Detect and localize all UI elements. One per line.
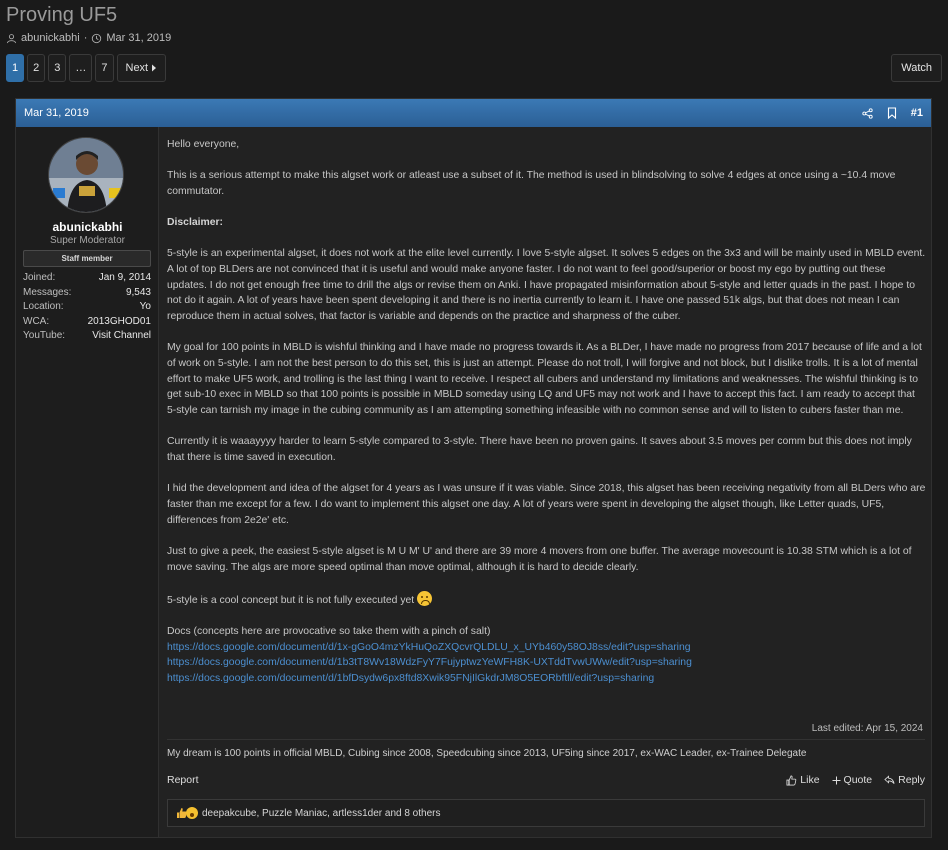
next-page-button[interactable]: Next xyxy=(116,54,167,82)
thumbs-up-icon xyxy=(786,775,797,785)
like-label: Like xyxy=(800,774,820,786)
staff-badge: Staff member xyxy=(23,250,151,267)
reply-icon xyxy=(884,775,895,784)
doc-link[interactable]: https://docs.google.com/document/d/1b3tT… xyxy=(167,655,927,671)
stat-label: Messages: xyxy=(23,286,72,298)
stat-value-link[interactable]: 9,543 xyxy=(126,287,151,302)
clock-icon xyxy=(92,33,102,43)
report-button[interactable]: Report xyxy=(167,774,199,786)
reaction-icons xyxy=(176,807,198,819)
post-paragraph: Docs (concepts here are provocative so t… xyxy=(167,625,491,637)
sad-face-icon xyxy=(417,590,433,606)
signature: My dream is 100 points in official MBLD,… xyxy=(167,739,925,765)
user-cell: abunickabhi Super Moderator Staff member… xyxy=(16,127,159,837)
reply-label: Reply xyxy=(898,774,925,786)
post-tools: #1 xyxy=(862,107,923,119)
plus-icon xyxy=(832,776,841,784)
page-1-button[interactable]: 1 xyxy=(6,54,25,82)
avatar[interactable] xyxy=(48,137,124,213)
like-button[interactable]: Like xyxy=(786,774,820,786)
reply-button[interactable]: Reply xyxy=(884,774,925,786)
stat-value: Jan 9, 2014 xyxy=(98,272,151,283)
stat-location: Location: Yo xyxy=(23,301,151,316)
post: Mar 31, 2019 #1 abunickabhi Super Modera… xyxy=(15,98,932,838)
stat-value-link[interactable]: Visit Channel xyxy=(92,330,151,345)
post-paragraph: Currently it is waaayyyy harder to learn… xyxy=(167,436,912,464)
post-text: 5-style is a cool concept but it is not … xyxy=(167,594,415,606)
stat-messages: Messages: 9,543 xyxy=(23,287,151,302)
thread-date-link[interactable]: Mar 31, 2019 xyxy=(106,32,171,44)
post-actions: Report Like Quote Reply xyxy=(167,771,925,789)
wow-reaction-icon xyxy=(186,807,198,819)
quote-label: Quote xyxy=(843,774,873,786)
meta-separator: · xyxy=(83,32,88,44)
post-paragraph: Just to give a peek, the easiest 5-style… xyxy=(167,545,912,573)
stat-label: YouTube: xyxy=(23,330,66,341)
watch-button[interactable]: Watch xyxy=(891,54,942,82)
username-link[interactable]: abunickabhi xyxy=(16,220,159,234)
page-3-button[interactable]: 3 xyxy=(48,54,67,82)
post-paragraph: Disclaimer: xyxy=(167,215,927,231)
doc-link[interactable]: https://docs.google.com/document/d/1x-gG… xyxy=(167,640,927,656)
quote-button[interactable]: Quote xyxy=(832,774,873,786)
post-paragraph: Hello everyone, xyxy=(167,139,240,150)
post-paragraph: 5-style is an experimental algset, it do… xyxy=(167,248,926,323)
thread-meta: abunickabhi · Mar 31, 2019 xyxy=(6,32,171,44)
post-date-link[interactable]: Mar 31, 2019 xyxy=(24,107,89,119)
reactions-list[interactable]: deepakcube, Puzzle Maniac, artless1der a… xyxy=(202,808,440,819)
stat-label: Location: xyxy=(23,301,64,312)
reactions-bar[interactable]: deepakcube, Puzzle Maniac, artless1der a… xyxy=(167,799,925,827)
stat-label: WCA: xyxy=(23,315,50,327)
stat-value-link[interactable]: 2013GHOD01 xyxy=(88,316,151,331)
disclaimer-heading: Disclaimer: xyxy=(167,217,224,229)
page-7-button[interactable]: 7 xyxy=(95,54,114,82)
share-icon[interactable] xyxy=(862,107,873,119)
stat-joined: Joined: Jan 9, 2014 xyxy=(23,272,151,287)
next-page-label: Next xyxy=(125,62,149,74)
last-edited: Last edited: Apr 15, 2024 xyxy=(811,723,923,734)
stat-wca: WCA: 2013GHOD01 xyxy=(23,316,151,331)
post-paragraph: 5-style is a cool concept but it is not … xyxy=(167,590,927,609)
page-jump-button[interactable]: … xyxy=(69,54,93,82)
post-body: Hello everyone, This is a serious attemp… xyxy=(167,137,927,687)
page-2-button[interactable]: 2 xyxy=(27,54,46,82)
thread-author-link[interactable]: abunickabhi xyxy=(21,32,80,44)
bookmark-icon[interactable] xyxy=(887,107,897,119)
post-actions-right: Like Quote Reply xyxy=(786,774,925,786)
post-paragraph: My goal for 100 points in MBLD is wishfu… xyxy=(167,342,922,417)
post-number-link[interactable]: #1 xyxy=(911,107,923,119)
user-title: Super Moderator xyxy=(49,235,126,246)
user-icon xyxy=(6,33,17,43)
user-stats: Joined: Jan 9, 2014 Messages: 9,543 Locati… xyxy=(23,272,151,345)
pagination: 1 2 3 … 7 Next xyxy=(6,54,167,82)
post-header: Mar 31, 2019 #1 xyxy=(16,99,931,127)
avatar-image xyxy=(49,138,123,212)
doc-link[interactable]: https://docs.google.com/document/d/1bfDs… xyxy=(167,671,927,687)
post-paragraph: This is a serious attempt to make this a… xyxy=(167,170,896,197)
stat-youtube: YouTube: Visit Channel xyxy=(23,330,151,345)
stat-label: Joined: xyxy=(23,272,56,283)
post-paragraph: I hid the development and idea of the al… xyxy=(167,483,926,526)
thread-title: Proving UF5 xyxy=(6,4,118,26)
stat-value-link[interactable]: Yo xyxy=(140,301,151,316)
chevron-right-icon xyxy=(152,64,157,72)
